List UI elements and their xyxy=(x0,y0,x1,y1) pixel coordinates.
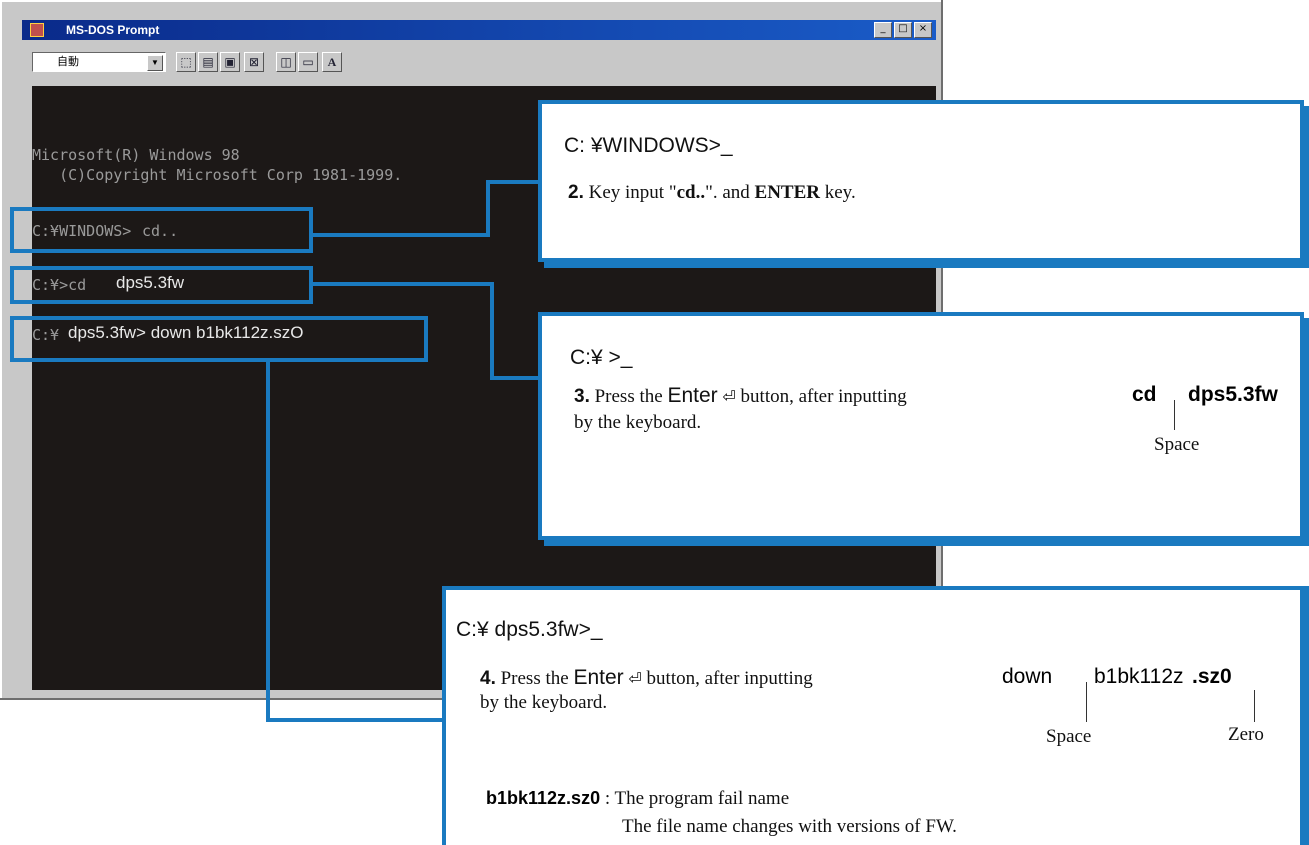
step3-cmd-cd: cd xyxy=(1132,383,1157,406)
step3-instruction: 3. Press the Enter ⏎ button, after input… xyxy=(574,384,912,408)
font-size-value: 自動 xyxy=(57,56,79,68)
step3-space-marker xyxy=(1174,400,1175,430)
connector-step3-h1 xyxy=(313,282,493,286)
step4-cmd-down: down xyxy=(1002,665,1053,688)
step4-zero-label: Zero xyxy=(1228,724,1264,745)
title-bar[interactable]: MS-DOS Prompt _ □ × xyxy=(22,20,936,40)
step4-file-name: b1bk112z.sz0 xyxy=(486,788,601,808)
step4-text3: by the keyboard. xyxy=(480,692,608,713)
paste-icon[interactable]: ▣ xyxy=(220,52,240,72)
chevron-down-icon[interactable]: ▼ xyxy=(147,55,163,71)
close-button[interactable]: × xyxy=(914,22,932,38)
step2-text3: key. xyxy=(820,182,856,203)
connector-step3-v xyxy=(490,282,494,380)
step3-callout: C:¥ >_ 3. Press the Enter ⏎ button, afte… xyxy=(538,312,1304,540)
step2-cmd: cd.. xyxy=(676,182,706,203)
properties-icon[interactable]: ◫ xyxy=(276,52,296,72)
step3-enter-key: Enter xyxy=(667,384,718,407)
step4-space-marker xyxy=(1086,682,1087,722)
minimize-button[interactable]: _ xyxy=(874,22,892,38)
msdos-app-icon xyxy=(30,23,44,37)
step3-text3: by the keyboard. xyxy=(574,412,702,433)
enter-key-icon: ⏎ xyxy=(722,387,736,406)
connector-step4-v xyxy=(266,362,270,722)
highlight-cmd3 xyxy=(10,316,428,362)
step2-key: ENTER xyxy=(754,182,820,203)
step4-file-desc2: The file name changes with versions of F… xyxy=(622,816,957,837)
step4-zero-marker xyxy=(1254,690,1255,722)
step3-cmd-dir: dps5.3fw xyxy=(1188,383,1278,406)
connector-step3-h2 xyxy=(490,376,540,380)
window-title: MS-DOS Prompt xyxy=(66,23,160,37)
step3-space-label: Space xyxy=(1154,434,1200,455)
background-icon[interactable]: ▭ xyxy=(298,52,318,72)
step4-prompt: C:¥ dps5.3fw>_ xyxy=(456,618,603,641)
toolbar: 自動 ▼ ⬚ ▤ ▣ ⊠ ◫ ▭ A xyxy=(22,48,936,76)
highlight-cmd2 xyxy=(10,266,313,304)
connector-step2-h1 xyxy=(313,233,490,237)
step4-file-desc1: : The program fail name xyxy=(600,788,790,809)
step4-text1: Press the xyxy=(495,668,574,689)
step4-file-note: b1bk112z.sz0 : The program fail name xyxy=(486,788,789,810)
console-line-version: Microsoft(R) Windows 98 xyxy=(32,146,240,164)
copy-icon[interactable]: ▤ xyxy=(198,52,218,72)
step2-instruction: 2. Key input "cd..". and ENTER key. xyxy=(568,182,856,204)
step4-text2: button, after inputting xyxy=(641,668,818,689)
step4-enter-key: Enter xyxy=(573,666,624,689)
step3-text2: button, after inputting xyxy=(735,386,912,407)
step2-text2: ". and xyxy=(705,182,755,203)
step2-number: 2. xyxy=(568,182,584,203)
font-button[interactable]: A xyxy=(322,52,342,72)
fullscreen-icon[interactable]: ⊠ xyxy=(244,52,264,72)
connector-step2-h2 xyxy=(486,180,542,184)
highlight-cmd1 xyxy=(10,207,313,253)
connector-step4-h xyxy=(266,718,446,722)
step4-instruction: 4. Press the Enter ⏎ button, after input… xyxy=(480,666,818,690)
step4-space-label: Space xyxy=(1046,726,1092,747)
step4-cmd-ext: .sz0 xyxy=(1192,665,1232,688)
connector-step2-v xyxy=(486,180,490,237)
step2-prompt: C: ¥WINDOWS>_ xyxy=(564,134,733,157)
maximize-button[interactable]: □ xyxy=(894,22,912,38)
mark-icon[interactable]: ⬚ xyxy=(176,52,196,72)
step3-number: 3. xyxy=(574,386,590,407)
font-size-select[interactable]: 自動 ▼ xyxy=(32,52,166,72)
step4-number: 4. xyxy=(480,668,496,689)
step4-cmd-file: b1bk112z xyxy=(1094,665,1184,688)
step2-callout: C: ¥WINDOWS>_ 2. Key input "cd..". and E… xyxy=(538,100,1304,262)
step2-text1: Key input " xyxy=(583,182,677,203)
step4-callout: C:¥ dps5.3fw>_ 4. Press the Enter ⏎ butt… xyxy=(442,586,1304,845)
console-line-copyright: (C)Copyright Microsoft Corp 1981-1999. xyxy=(32,166,403,184)
enter-key-icon: ⏎ xyxy=(628,669,642,688)
step3-prompt: C:¥ >_ xyxy=(570,346,633,369)
step3-text1: Press the xyxy=(589,386,668,407)
